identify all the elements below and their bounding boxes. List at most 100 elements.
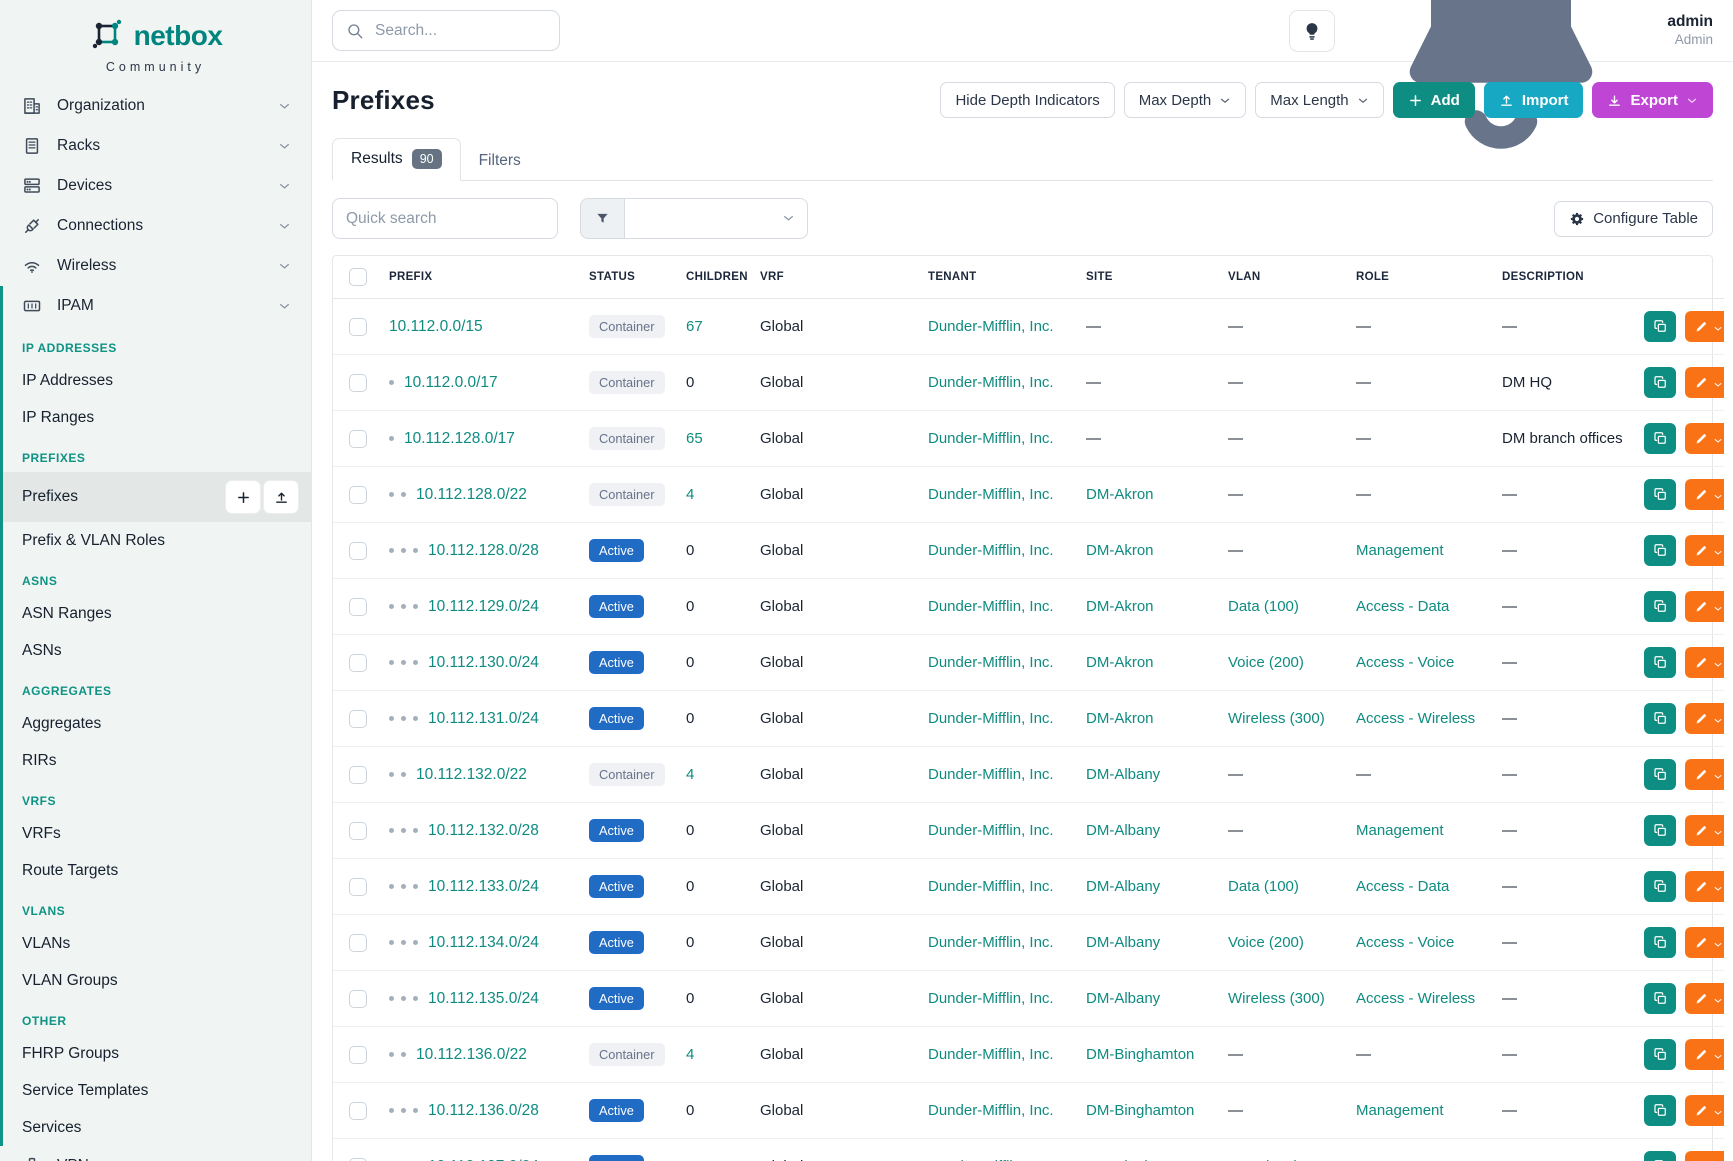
row-checkbox[interactable] [349, 710, 367, 728]
clone-button[interactable] [1644, 1095, 1676, 1126]
children-count-link[interactable]: 65 [686, 430, 703, 447]
edit-button[interactable] [1685, 367, 1724, 398]
select-all-checkbox[interactable] [349, 268, 367, 286]
row-checkbox[interactable] [349, 878, 367, 896]
prefix-link[interactable]: 10.112.128.0/17 [404, 430, 515, 447]
edit-button[interactable] [1685, 871, 1724, 902]
clone-button[interactable] [1644, 479, 1676, 510]
children-count-link[interactable]: 4 [686, 766, 694, 783]
children-count-link[interactable]: 4 [686, 486, 694, 503]
edit-button[interactable] [1685, 535, 1724, 566]
configure-table-button[interactable]: Configure Table [1554, 201, 1713, 237]
row-checkbox[interactable] [349, 542, 367, 560]
edit-button[interactable] [1685, 591, 1724, 622]
sidebar-item-prefixes[interactable]: Prefixes [3, 472, 311, 522]
sidebar-item-ip-addresses[interactable]: IP Addresses [3, 362, 311, 399]
clone-button[interactable] [1644, 311, 1676, 342]
global-search-input[interactable] [375, 22, 546, 40]
column-header-prefix[interactable]: PREFIX [379, 256, 579, 299]
clone-button[interactable] [1644, 703, 1676, 734]
prefix-link[interactable]: 10.112.0.0/15 [389, 318, 483, 335]
sidebar-item-vlan-groups[interactable]: VLAN Groups [3, 962, 311, 999]
column-header-role[interactable]: ROLE [1346, 256, 1492, 299]
user-menu[interactable]: admin Admin [1667, 12, 1713, 48]
clone-button[interactable] [1644, 647, 1676, 678]
filter-funnel-button[interactable] [580, 198, 624, 239]
sidebar-item-asn-ranges[interactable]: ASN Ranges [3, 595, 311, 632]
row-checkbox[interactable] [349, 1046, 367, 1064]
children-count-link[interactable]: 67 [686, 318, 703, 335]
clone-button[interactable] [1644, 591, 1676, 622]
prefix-link[interactable]: 10.112.131.0/24 [428, 710, 539, 727]
children-count-link[interactable]: 4 [686, 1046, 694, 1063]
prefix-link[interactable]: 10.112.128.0/28 [428, 542, 539, 559]
edit-button[interactable] [1685, 423, 1724, 454]
clone-button[interactable] [1644, 927, 1676, 958]
edit-button[interactable] [1685, 815, 1724, 846]
row-checkbox[interactable] [349, 374, 367, 392]
netbox-logo[interactable]: netbox [0, 0, 311, 58]
row-checkbox[interactable] [349, 1102, 367, 1120]
column-header-children[interactable]: CHILDREN [676, 256, 750, 299]
theme-toggle-button[interactable] [1289, 10, 1335, 52]
column-header-vlan[interactable]: VLAN [1218, 256, 1346, 299]
edit-button[interactable] [1685, 311, 1724, 342]
max-length-button[interactable]: Max Length [1255, 82, 1383, 118]
edit-button[interactable] [1685, 1039, 1724, 1070]
prefix-link[interactable]: 10.112.132.0/28 [428, 822, 539, 839]
clone-button[interactable] [1644, 871, 1676, 902]
sidebar-item-wireless[interactable]: Wireless [0, 246, 311, 286]
edit-button[interactable] [1685, 703, 1724, 734]
row-checkbox[interactable] [349, 766, 367, 784]
column-header-vrf[interactable]: VRF [750, 256, 918, 299]
sidebar-item-devices[interactable]: Devices [0, 166, 311, 206]
sidebar-item-services[interactable]: Services [3, 1109, 311, 1146]
prefix-link[interactable]: 10.112.137.0/24 [428, 1158, 539, 1161]
sidebar-item-vrfs[interactable]: VRFs [3, 815, 311, 852]
prefix-link[interactable]: 10.112.130.0/24 [428, 654, 539, 671]
row-checkbox[interactable] [349, 822, 367, 840]
tab-filters[interactable]: Filters [461, 142, 539, 181]
clone-button[interactable] [1644, 423, 1676, 454]
prefix-link[interactable]: 10.112.133.0/24 [428, 878, 539, 895]
sidebar-item-rirs[interactable]: RIRs [3, 742, 311, 779]
clone-button[interactable] [1644, 759, 1676, 790]
edit-button[interactable] [1685, 759, 1724, 790]
filter-select[interactable] [624, 198, 808, 239]
sidebar-item-fhrp-groups[interactable]: FHRP Groups [3, 1035, 311, 1072]
sidebar-item-vpn[interactable]: VPN [0, 1146, 311, 1161]
add-button[interactable]: Add [1393, 82, 1475, 118]
max-depth-button[interactable]: Max Depth [1124, 82, 1247, 118]
column-header-status[interactable]: STATUS [579, 256, 676, 299]
row-checkbox[interactable] [349, 430, 367, 448]
row-checkbox[interactable] [349, 598, 367, 616]
edit-button[interactable] [1685, 479, 1724, 510]
prefix-link[interactable]: 10.112.129.0/24 [428, 598, 539, 615]
sidebar-item-vlans[interactable]: VLANs [3, 925, 311, 962]
sidebar-item-ipam[interactable]: IPAM [3, 286, 311, 326]
global-search[interactable] [332, 10, 560, 51]
edit-button[interactable] [1685, 647, 1724, 678]
row-checkbox[interactable] [349, 990, 367, 1008]
prefix-link[interactable]: 10.112.132.0/22 [416, 766, 527, 783]
upload-quick-button[interactable] [263, 480, 299, 514]
import-button[interactable]: Import [1484, 82, 1584, 118]
quick-search-input[interactable] [332, 198, 558, 239]
sidebar-item-route-targets[interactable]: Route Targets [3, 852, 311, 889]
edit-button[interactable] [1685, 1151, 1724, 1161]
row-checkbox[interactable] [349, 1158, 367, 1161]
sidebar-item-organization[interactable]: Organization [0, 86, 311, 126]
tab-results[interactable]: Results 90 [332, 138, 461, 181]
edit-button[interactable] [1685, 1095, 1724, 1126]
export-button[interactable]: Export [1592, 82, 1713, 118]
sidebar-item-connections[interactable]: Connections [0, 206, 311, 246]
prefix-link[interactable]: 10.112.135.0/24 [428, 990, 539, 1007]
row-checkbox[interactable] [349, 654, 367, 672]
column-header-site[interactable]: SITE [1076, 256, 1218, 299]
row-checkbox[interactable] [349, 486, 367, 504]
prefix-link[interactable]: 10.112.128.0/22 [416, 486, 527, 503]
sidebar-item-asns[interactable]: ASNs [3, 632, 311, 669]
sidebar-item-racks[interactable]: Racks [0, 126, 311, 166]
sidebar-item-service-templates[interactable]: Service Templates [3, 1072, 311, 1109]
clone-button[interactable] [1644, 535, 1676, 566]
